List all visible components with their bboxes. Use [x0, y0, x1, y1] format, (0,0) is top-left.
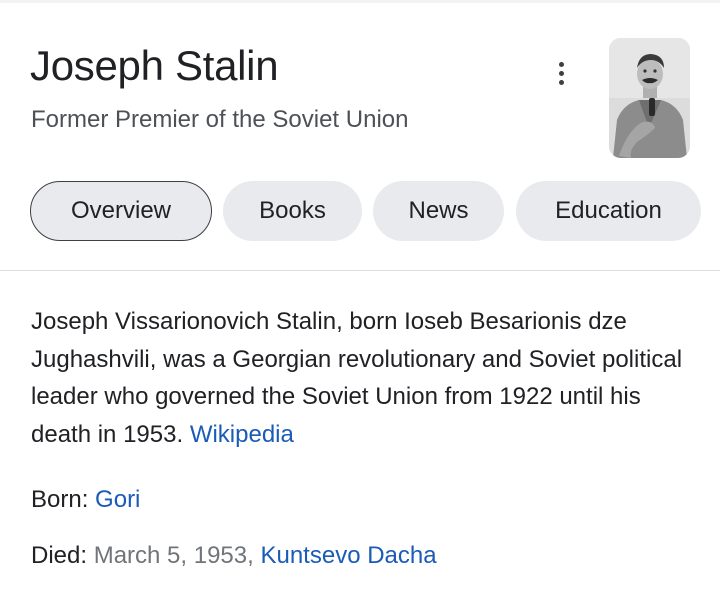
portrait-image [609, 38, 690, 158]
fact-born: Born: Gori [31, 484, 140, 516]
died-date: March 5, 1953, [93, 542, 254, 569]
entity-photo[interactable] [609, 38, 690, 158]
fact-born-label: Born: [31, 486, 89, 513]
tab-overview[interactable]: Overview [30, 181, 212, 241]
more-options-button[interactable] [545, 56, 577, 90]
section-divider [0, 270, 720, 271]
description-text: Joseph Vissarionovich Stalin, born Ioseb… [31, 308, 683, 448]
fact-died-label: Died: [31, 542, 88, 569]
tab-education[interactable]: Education [516, 181, 701, 241]
entity-subtitle: Former Premier of the Soviet Union [31, 106, 409, 133]
top-divider [0, 0, 720, 3]
died-place-link[interactable]: Kuntsevo Dacha [260, 542, 436, 569]
more-vert-icon [558, 61, 564, 67]
more-vert-icon-dot [558, 70, 564, 76]
tab-books[interactable]: Books [223, 181, 362, 241]
entity-description: Joseph Vissarionovich Stalin, born Ioseb… [31, 303, 691, 453]
fact-died: Died: March 5, 1953, Kuntsevo Dacha [31, 540, 437, 572]
tab-news[interactable]: News [373, 181, 504, 241]
born-place-link[interactable]: Gori [95, 486, 140, 513]
entity-title: Joseph Stalin [30, 42, 279, 89]
wikipedia-link[interactable]: Wikipedia [190, 421, 294, 448]
more-vert-icon-dot [558, 79, 564, 85]
